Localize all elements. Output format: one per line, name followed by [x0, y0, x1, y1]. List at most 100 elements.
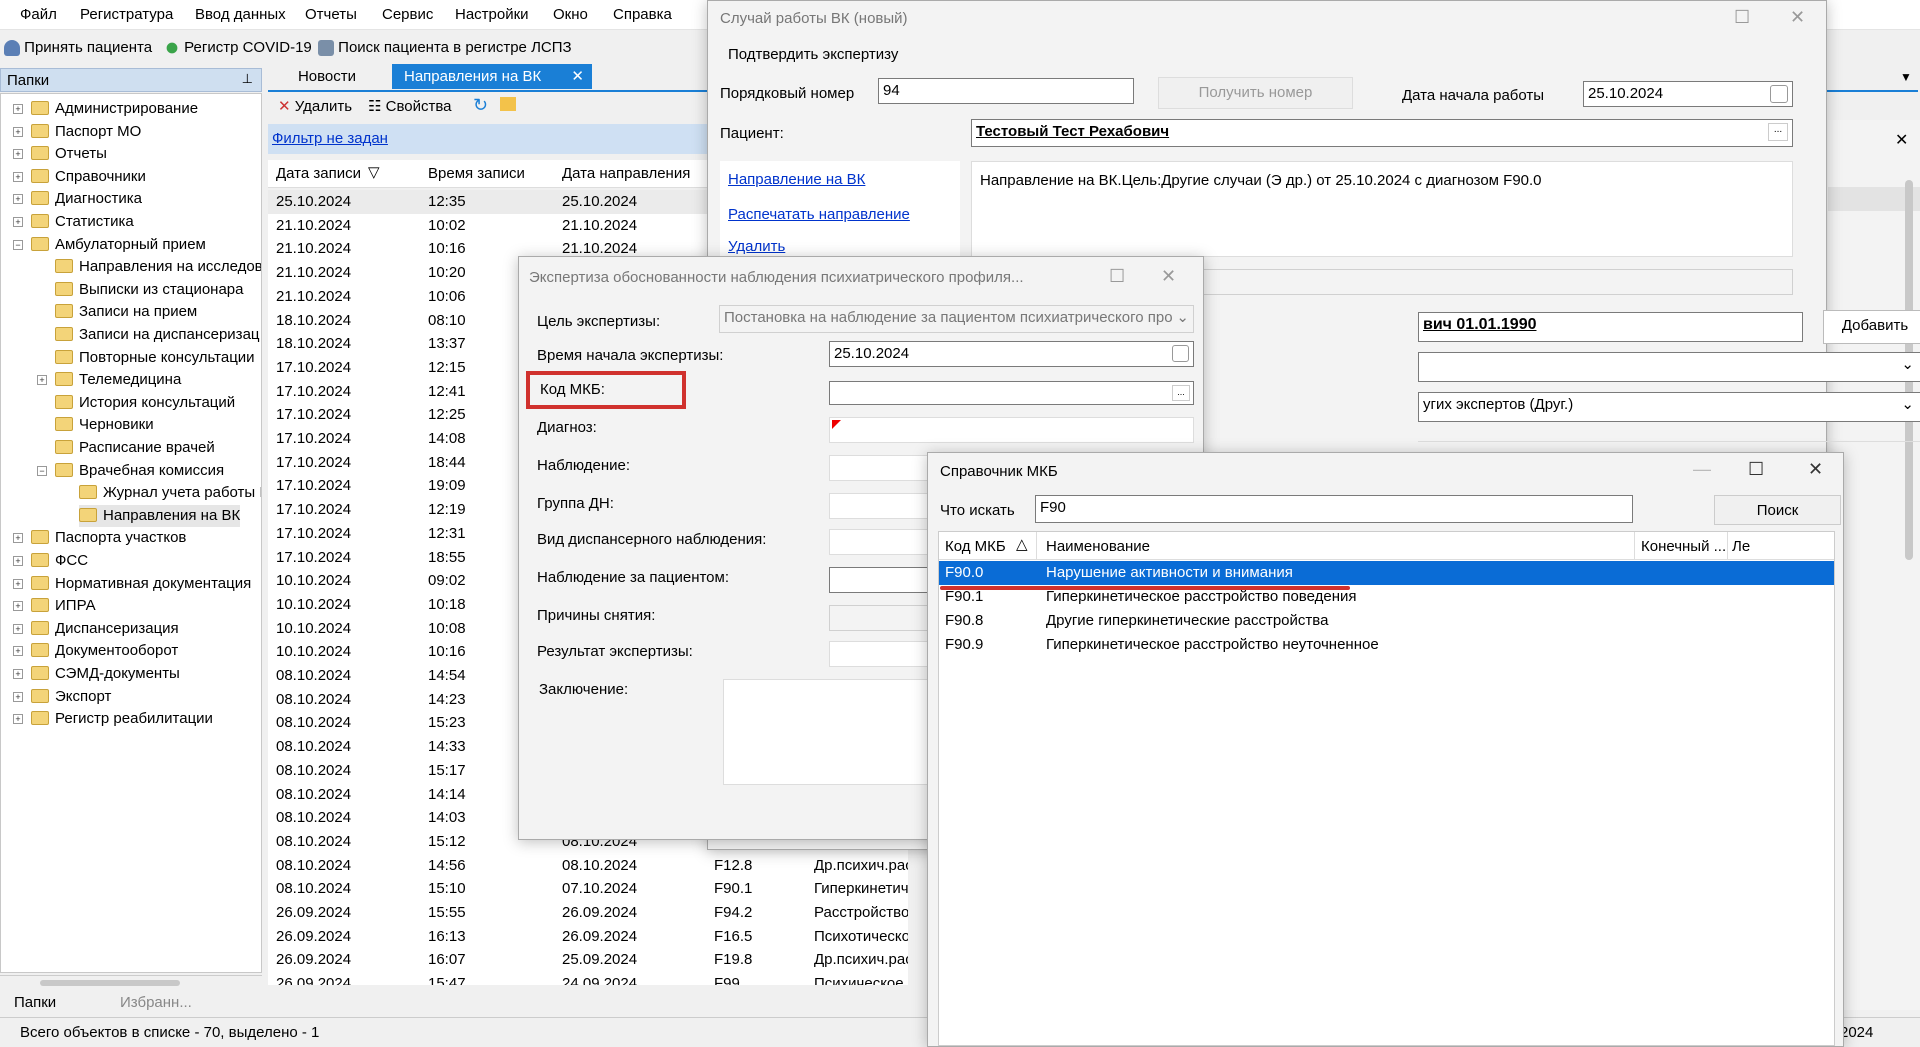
ellipsis-button[interactable]: ...	[1172, 385, 1190, 401]
tab-news[interactable]: Новости	[268, 64, 386, 89]
col-final[interactable]: Конечный ...	[1641, 538, 1726, 555]
start-time-field[interactable]: 25.10.2024	[829, 341, 1194, 367]
table-row[interactable]: 26.09.2024 16:13 26.09.2024 F16.5 Психотичес…	[268, 925, 908, 949]
get-number-button[interactable]: Получить номер	[1158, 77, 1353, 109]
start-date-field[interactable]: 25.10.2024	[1583, 81, 1793, 107]
tree-item[interactable]: Журнал учета работы I	[79, 482, 261, 504]
tree-item[interactable]: История консультаций	[55, 392, 235, 414]
menu-settings[interactable]: Настройки	[455, 6, 529, 23]
tree-scrollbar[interactable]	[40, 980, 180, 986]
tree-item[interactable]: Документооборот	[31, 640, 178, 662]
experts-field[interactable]: угих экспертов (Друг.) ⌄	[1418, 392, 1920, 422]
col-record-date[interactable]: Дата записи	[276, 165, 361, 182]
tree-expander[interactable]: +	[13, 646, 23, 657]
refresh-icon[interactable]: ↻	[473, 95, 488, 116]
tree-item[interactable]: Администрирование	[31, 98, 198, 120]
menu-help[interactable]: Справка	[613, 6, 672, 23]
tree-item[interactable]: Повторные консультации	[55, 347, 255, 369]
tab-referrals[interactable]: Направления на ВК ✕	[392, 64, 592, 89]
col-extra[interactable]: Ле	[1732, 538, 1750, 555]
tree-item[interactable]: Паспорта участков	[31, 527, 186, 549]
diagnosis-field[interactable]	[829, 417, 1194, 443]
mkb-field[interactable]: ...	[829, 381, 1194, 405]
checkbox-icon[interactable]	[1172, 345, 1189, 362]
table-row[interactable]: 08.10.2024 15:10 07.10.2024 F90.1 Гиперкинет…	[268, 877, 908, 901]
col-record-time[interactable]: Время записи	[428, 165, 525, 182]
tree-expander[interactable]: +	[13, 171, 23, 182]
tree-expander[interactable]: −	[13, 239, 23, 250]
mkb-row[interactable]: F90.9 Гиперкинетическое расстройство неут…	[939, 633, 1834, 657]
close-panel-icon[interactable]: ✕	[1895, 130, 1908, 150]
tab-folders[interactable]: Папки	[14, 994, 56, 1011]
tree-expander[interactable]: +	[13, 149, 23, 160]
tree-item[interactable]: Черновики	[55, 414, 154, 436]
minimize-icon[interactable]: —	[1693, 459, 1711, 480]
table-row[interactable]: 26.09.2024 15:47 24.09.2024 F99 Психическое …	[268, 972, 908, 985]
tree-item[interactable]: Диагностика	[31, 188, 142, 210]
tree-expander[interactable]: +	[13, 578, 23, 589]
search-input[interactable]: F90	[1035, 495, 1633, 523]
goal-field[interactable]: Постановка на наблюдение за пациентом пс…	[719, 305, 1194, 333]
covid-register-button[interactable]: Регистр COVID-19	[164, 39, 312, 57]
tree-item[interactable]: ИПРА	[31, 595, 96, 617]
tree-expander[interactable]: +	[13, 691, 23, 702]
maximize-icon[interactable]: ☐	[1748, 459, 1764, 480]
tree-expander[interactable]: +	[13, 556, 23, 566]
tree-item[interactable]: СЭМД-документы	[31, 663, 180, 685]
col-name[interactable]: Наименование	[1046, 538, 1150, 555]
close-icon[interactable]: ✕	[1790, 7, 1805, 28]
delete-button[interactable]: ✕ Удалить	[278, 97, 352, 115]
delete-referral-link[interactable]: Удалить	[728, 238, 785, 255]
tree-item[interactable]: Регистр реабилитации	[31, 708, 213, 730]
number-field[interactable]: 94	[878, 78, 1134, 104]
folder-action-icon[interactable]	[500, 97, 516, 111]
tree-item[interactable]: Отчеты	[31, 143, 107, 165]
tree-item[interactable]: Амбулаторный прием	[31, 234, 206, 256]
referral-link[interactable]: Направление на ВК	[728, 171, 865, 188]
select-field-1[interactable]: ⌄	[1418, 352, 1920, 382]
tree-item[interactable]: Записи на диспансеризац	[55, 324, 260, 346]
tree-item[interactable]: ФСС	[31, 550, 88, 572]
tree-expander[interactable]: +	[13, 601, 23, 612]
tree-item[interactable]: Записи на прием	[55, 301, 197, 323]
ellipsis-button[interactable]: ...	[1768, 123, 1788, 141]
tree-item[interactable]: Врачебная комиссия	[55, 460, 224, 482]
tree-item[interactable]: Телемедицина	[55, 369, 181, 391]
tree-expander[interactable]: +	[13, 623, 23, 634]
filter-link[interactable]: Фильтр не задан	[272, 130, 388, 147]
search-button[interactable]: Поиск	[1714, 495, 1841, 525]
table-row[interactable]: 26.09.2024 16:07 25.09.2024 F19.8 Др.психич.…	[268, 948, 908, 972]
close-icon[interactable]: ✕	[1161, 266, 1176, 287]
add-button[interactable]: Добавить	[1823, 310, 1920, 344]
tree-item[interactable]: Направления на исследов	[55, 256, 261, 278]
menu-window[interactable]: Окно	[553, 6, 588, 23]
mkb-row[interactable]: F90.0 Нарушение активности и внимания	[939, 561, 1834, 585]
tree-expander[interactable]: −	[37, 465, 47, 476]
menu-service[interactable]: Сервис	[382, 6, 433, 23]
col-referral-date[interactable]: Дата направления	[562, 165, 690, 182]
pin-icon[interactable]: ⊥	[242, 71, 253, 87]
maximize-icon[interactable]: ☐	[1109, 266, 1125, 287]
menu-registry[interactable]: Регистратура	[80, 6, 173, 23]
tree-item[interactable]: Направления на ВК	[79, 504, 241, 527]
sort-asc-icon[interactable]: △	[1016, 535, 1028, 553]
tree-item[interactable]: Расписание врачей	[55, 437, 215, 459]
tree-item[interactable]: Диспансеризация	[31, 618, 179, 640]
tree-expander[interactable]: +	[13, 194, 23, 205]
tree-expander[interactable]: +	[13, 217, 23, 227]
checkbox-icon[interactable]	[1770, 85, 1788, 103]
confirm-expertise-button[interactable]: Подтвердить экспертизу	[728, 46, 898, 63]
tab-favorites[interactable]: Избранн...	[120, 994, 192, 1011]
table-row[interactable]: 08.10.2024 14:56 08.10.2024 F12.8 Др.психич.…	[268, 854, 908, 878]
menu-file[interactable]: Файл	[20, 6, 57, 23]
tree-item[interactable]: Нормативная документация	[31, 573, 251, 595]
tree-item[interactable]: Справочники	[31, 166, 146, 188]
tree-expander[interactable]: +	[13, 714, 23, 725]
tree-expander[interactable]: +	[13, 533, 23, 544]
close-icon[interactable]: ✕	[1808, 459, 1823, 480]
properties-button[interactable]: ☷ Свойства	[368, 97, 452, 115]
tree-expander[interactable]: +	[13, 104, 23, 114]
menu-data-entry[interactable]: Ввод данных	[195, 6, 286, 23]
table-row[interactable]: 26.09.2024 15:55 26.09.2024 F94.2 Расстройст…	[268, 901, 908, 925]
col-mkb-code[interactable]: Код МКБ	[945, 538, 1006, 555]
